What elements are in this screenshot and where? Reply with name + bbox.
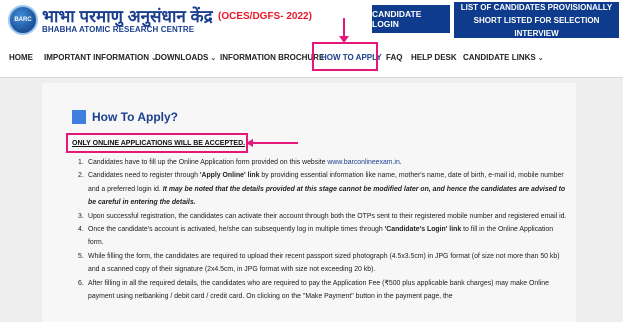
step-text: . xyxy=(399,159,402,166)
annotation-arrow-left-icon xyxy=(246,139,253,147)
nav-downloads[interactable]: DOWNLOADS ⌄ xyxy=(155,53,216,62)
step-text: After filling in all the required detail… xyxy=(88,279,549,301)
annotation-highlight-box xyxy=(312,42,378,71)
nav-help-desk[interactable]: HELP DESK xyxy=(411,53,457,62)
shortlist-candidates-button[interactable]: LIST OF CANDIDATES PROVISIONALLY SHORT L… xyxy=(454,2,619,38)
shortlist-button-line2: SHORT LISTED FOR SELECTION INTERVIEW xyxy=(473,15,600,38)
step-number: 1. xyxy=(78,159,84,166)
org-name-hindi[interactable]: भाभा परमाणु अनुसंधान केंद्र xyxy=(42,4,213,27)
list-item: 3. Upon successful registration, the can… xyxy=(78,210,568,223)
logo-text: BARC xyxy=(14,17,32,23)
annotation-arrow-down-icon xyxy=(339,36,349,43)
nav-downloads-label: DOWNLOADS xyxy=(155,53,209,62)
step-number: 3. xyxy=(78,212,84,220)
nav-faq[interactable]: FAQ xyxy=(386,53,402,62)
nav-information-brochure[interactable]: INFORMATION BROCHURE xyxy=(220,53,324,62)
step-text: While filling the form, the candidates a… xyxy=(88,252,560,274)
chevron-down-icon: ⌄ xyxy=(210,55,217,62)
barconlineexam-link[interactable]: www.barconlineexam.in xyxy=(327,159,399,166)
annotation-arrow-shaft xyxy=(252,142,298,144)
shortlist-button-line1: LIST OF CANDIDATES PROVISIONALLY xyxy=(460,2,613,12)
list-item: 4. Once the candidate's account is activ… xyxy=(78,223,568,250)
step-number: 5. xyxy=(78,252,84,260)
annotation-highlight-box xyxy=(66,133,248,153)
nav-important-information-label: IMPORTANT INFORMATION xyxy=(44,53,150,62)
barc-logo-icon[interactable]: BARC xyxy=(8,5,38,35)
candidate-login-button[interactable]: CANDIDATE LOGIN xyxy=(372,5,450,33)
exam-code: (OCES/DGFS- 2022) xyxy=(218,11,312,22)
instructions-list: 1. Candidates have to fill up the Online… xyxy=(78,156,568,303)
list-item: 5. While filling the form, the candidate… xyxy=(78,250,568,277)
step-text: Once the candidate's account is activate… xyxy=(88,226,385,234)
nav-important-information[interactable]: IMPORTANT INFORMATION ⌄ xyxy=(44,53,157,62)
step-text: Candidates have to fill up the Online Ap… xyxy=(88,159,328,166)
nav-candidate-links-label: CANDIDATE LINKS xyxy=(463,53,536,62)
top-header: BARC भाभा परमाणु अनुसंधान केंद्र BHABHA … xyxy=(0,0,623,40)
page-title: How To Apply? xyxy=(92,110,178,124)
step-number: 6. xyxy=(78,279,84,287)
list-item: 1. Candidates have to fill up the Online… xyxy=(78,156,568,169)
step-text: Candidates need to register through xyxy=(88,172,200,180)
title-square-icon xyxy=(72,110,86,124)
nav-home[interactable]: HOME xyxy=(9,53,33,62)
chevron-down-icon: ⌄ xyxy=(537,55,544,62)
nav-candidate-links[interactable]: CANDIDATE LINKS ⌄ xyxy=(463,53,544,62)
org-name-english[interactable]: BHABHA ATOMIC RESEARCH CENTRE xyxy=(42,25,194,34)
candidate-login-link-text: 'Candidate's Login' link xyxy=(384,226,462,234)
step-text: Upon successful registration, the candid… xyxy=(88,212,567,220)
step-number: 2. xyxy=(78,172,84,180)
step-number: 4. xyxy=(78,226,84,234)
list-item: 2. Candidates need to register through '… xyxy=(78,169,568,209)
list-item: 6. After filling in all the required det… xyxy=(78,277,568,304)
apply-online-link-text: 'Apply Online' link xyxy=(199,172,260,180)
